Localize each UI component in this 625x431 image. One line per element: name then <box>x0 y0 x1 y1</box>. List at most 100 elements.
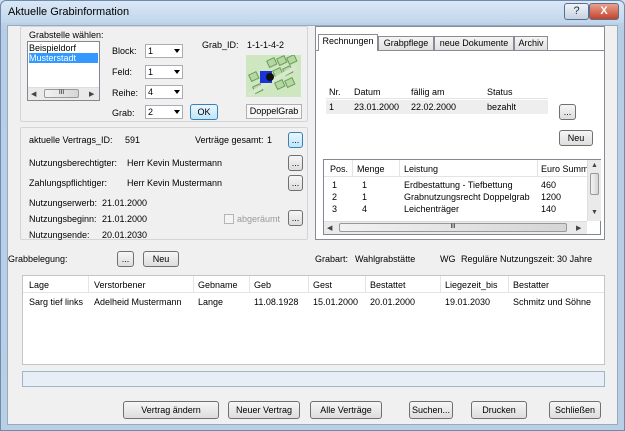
scroll-right-icon[interactable]: ▶ <box>576 224 581 232</box>
position-menge: 1 <box>362 192 368 202</box>
ok-button[interactable]: OK <box>190 104 218 120</box>
position-menge: 1 <box>362 180 368 190</box>
grabstelle-item-0[interactable]: Beispieldorf <box>29 43 98 53</box>
position-pos: 1 <box>332 180 338 190</box>
grabstelle-item-1[interactable]: Musterstadt <box>29 53 98 63</box>
grab-value: 2 <box>148 107 154 117</box>
nutzungsende-label: Nutzungsende: <box>29 230 90 240</box>
scroll-thumb[interactable]: III <box>339 223 567 232</box>
position-summe: 460 <box>541 180 557 190</box>
zahlungspflichtiger-button[interactable]: ... <box>288 175 303 191</box>
schliessen-button[interactable]: Schließen <box>549 401 601 419</box>
grab-id-value: 1-1-1-4-2 <box>247 40 285 50</box>
chevron-down-icon <box>174 49 180 53</box>
positionen-hscroll[interactable]: ◀ III ▶ <box>324 221 587 234</box>
tab-neue-dokumente[interactable]: neue Dokumente <box>434 36 514 50</box>
reihe-combo[interactable]: 4 <box>145 85 183 99</box>
block-combo[interactable]: 1 <box>145 44 183 58</box>
vertrag-aendern-button[interactable]: Vertrag ändern <box>123 401 219 419</box>
rechnungen-header-nr: Nr. <box>329 87 341 97</box>
positionen-header-menge: Menge <box>357 164 385 174</box>
grabbelegung-details-button[interactable]: ... <box>117 251 134 267</box>
belegung-verstorbener: Adelheid Mustermann <box>94 297 182 307</box>
col-divider <box>88 276 89 292</box>
scroll-left-icon[interactable]: ◀ <box>31 90 36 98</box>
chevron-down-icon <box>174 90 180 94</box>
position-leistung: Erdbestattung - Tiefbettung <box>404 180 513 190</box>
scroll-right-icon[interactable]: ▶ <box>89 90 94 98</box>
nutzungsberechtigter-value: Herr Kevin Mustermann <box>127 158 223 168</box>
positionen-vscroll[interactable]: ▲ ▼ <box>587 160 601 221</box>
col-divider <box>508 276 509 292</box>
belegung-header-gebname: Gebname <box>198 280 238 290</box>
abgeraeumt-checkbox[interactable] <box>224 214 234 224</box>
grabstelle-label: Grabstelle wählen: <box>29 30 104 40</box>
rechnung-status: bezahlt <box>487 102 517 112</box>
belegung-bestatter: Schmitz und Söhne <box>513 297 592 307</box>
nutzungserwerb-value: 21.01.2000 <box>102 198 148 208</box>
vertraege-list-button[interactable]: ... <box>288 132 303 148</box>
grab-label: Grab: <box>112 108 135 118</box>
nutzungsberechtigter-button[interactable]: ... <box>288 155 303 171</box>
grab-combo[interactable]: 2 <box>145 105 183 119</box>
belegung-liegezeit: 19.01.2030 <box>445 297 491 307</box>
table-row[interactable]: 3 4 Leichenträger 140 <box>324 204 586 215</box>
table-row[interactable]: 2 1 Grabnutzungsrecht Doppelgrab 1200 <box>324 192 586 203</box>
rechnung-nr: 1 <box>329 102 335 112</box>
vertraege-gesamt-label: Verträge gesamt: <box>195 135 264 145</box>
grabstelle-hscroll[interactable]: ◀ III ▶ <box>28 87 99 100</box>
rechnungen-header-datum: Datum <box>354 87 381 97</box>
nutzungsbeginn-label: Nutzungsbeginn: <box>29 214 97 224</box>
abgeraeumt-label: abgeräumt <box>237 214 281 224</box>
position-pos: 2 <box>332 192 338 202</box>
col-divider <box>249 276 250 292</box>
grabart-label: Grabart: <box>315 254 349 264</box>
wg-label: WG <box>440 254 456 264</box>
rechnung-datum: 23.01.2000 <box>354 102 400 112</box>
rechnung-details-button[interactable]: ... <box>559 104 576 120</box>
table-row[interactable]: 1 1 Erdbestattung - Tiefbettung 460 <box>324 180 586 191</box>
tab-rechnungen[interactable]: Rechnungen <box>318 34 378 51</box>
alle-vertraege-button[interactable]: Alle Verträge <box>310 401 382 419</box>
nutzungszeit-label: Reguläre Nutzungszeit: 30 Jahre <box>461 254 593 264</box>
scroll-left-icon[interactable]: ◀ <box>327 224 332 232</box>
zahlungspflichtiger-label: Zahlungspflichtiger: <box>29 178 108 188</box>
vertrags-id-value: 591 <box>125 135 141 145</box>
belegung-table: Lage Verstorbener Gebname Geb Gest Besta… <box>22 275 605 365</box>
col-divider <box>399 160 400 176</box>
grabbelegung-label: Grabbelegung: <box>8 254 68 264</box>
positionen-header-line <box>324 176 587 177</box>
scroll-down-icon[interactable]: ▼ <box>591 209 598 216</box>
scroll-up-icon[interactable]: ▲ <box>591 162 598 169</box>
position-pos: 3 <box>332 204 338 214</box>
dialog-client-area: Grabstelle wählen: Beispieldorf Musterst… <box>7 25 618 425</box>
scroll-thumb[interactable]: III <box>44 89 79 98</box>
neuer-vertrag-button[interactable]: Neuer Vertrag <box>228 401 300 419</box>
feld-label: Feld: <box>112 67 133 77</box>
belegung-header-gest: Gest <box>313 280 333 290</box>
belegung-header-liegezeit: Liegezeit_bis <box>445 280 498 290</box>
table-row[interactable]: 1 23.01.2000 22.02.2000 bezahlt <box>326 100 548 114</box>
help-button[interactable]: ? <box>564 3 589 20</box>
vertrag-panel: aktuelle Vertrags_ID: 591 Verträge gesam… <box>20 127 308 240</box>
grabbelegung-neu-button[interactable]: Neu <box>143 251 179 267</box>
belegung-geb: 11.08.1928 <box>254 297 299 307</box>
tab-archiv[interactable]: Archiv <box>514 36 548 50</box>
rechnung-neu-button[interactable]: Neu <box>559 130 593 146</box>
drucken-button[interactable]: Drucken <box>471 401 527 419</box>
table-row[interactable]: Sarg tief links Adelheid Mustermann Lang… <box>23 297 604 309</box>
grabstelle-listbox[interactable]: Beispieldorf Musterstadt ◀ III ▶ <box>27 41 100 101</box>
suchen-button[interactable]: Suchen... <box>409 401 453 419</box>
tab-grabpflege[interactable]: Grabpflege <box>378 36 434 50</box>
abgeraeumt-button[interactable]: ... <box>288 210 303 226</box>
grave-map-thumbnail <box>246 55 301 97</box>
block-value: 1 <box>148 46 154 56</box>
vertrags-id-label: aktuelle Vertrags_ID: <box>29 135 113 145</box>
status-bar <box>22 371 605 387</box>
block-label: Block: <box>112 46 137 56</box>
feld-combo[interactable]: 1 <box>145 65 183 79</box>
positionen-header-leistung: Leistung <box>404 164 439 174</box>
scroll-thumb[interactable] <box>590 173 599 195</box>
rechnungen-header-status: Status <box>487 87 513 97</box>
close-button[interactable]: X <box>589 3 619 20</box>
